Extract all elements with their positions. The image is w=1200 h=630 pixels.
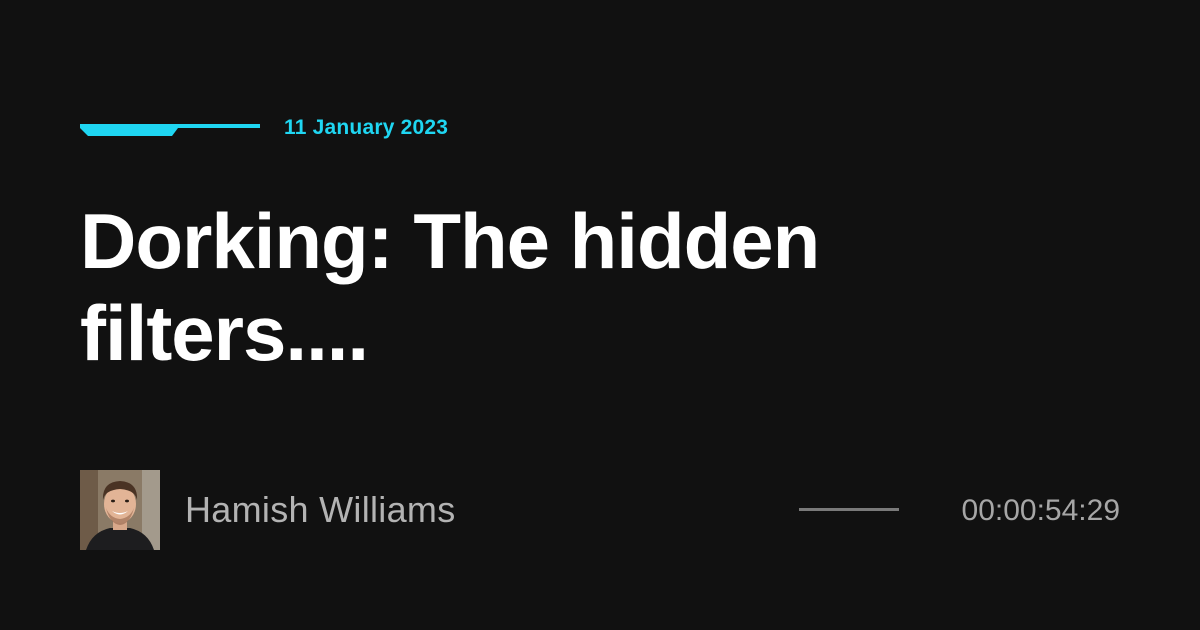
post-date: 11 January 2023 [284, 116, 449, 139]
post-title: Dorking: The hidden filters.... [80, 197, 820, 377]
author-name: Hamish Williams [185, 489, 456, 530]
duration-timestamp: 00:00:54:29 [961, 494, 1120, 527]
post-preview-card: 11 January 2023 Dorking: The hidden filt… [0, 0, 1200, 630]
author-avatar [80, 470, 160, 550]
author-photo-icon [80, 470, 160, 550]
accent-line-decoration [80, 124, 260, 136]
duration-divider [799, 508, 899, 511]
